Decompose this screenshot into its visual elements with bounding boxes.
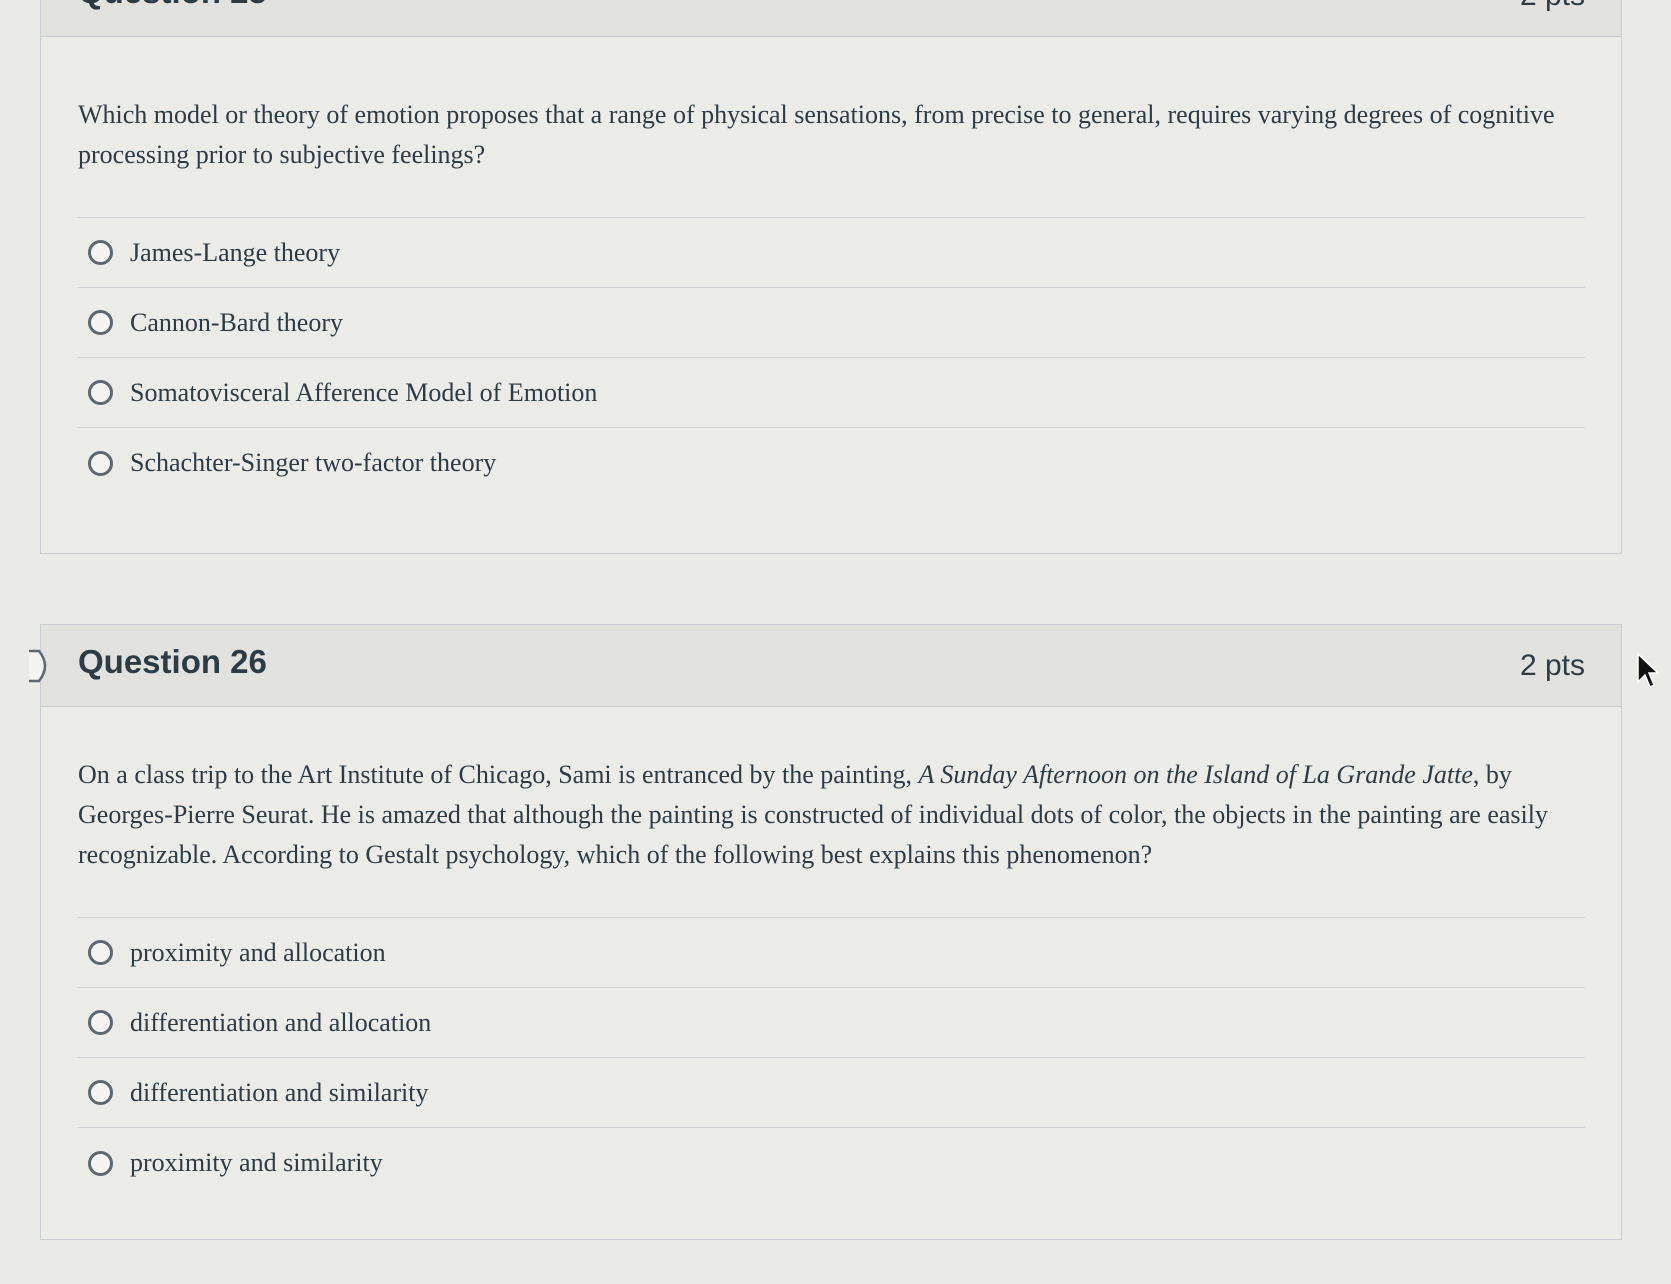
question-25-text: Which model or theory of emotion propose… [78,100,1555,169]
answer-option[interactable]: differentiation and similarity [77,1058,1585,1128]
question-26-card: Question 26 2 pts On a class trip to the… [29,624,1622,1240]
question-26-points: 2 pts [1519,649,1585,682]
answer-option[interactable]: Schachter-Singer two-factor theory [77,428,1585,498]
answer-label: differentiation and similarity [130,1077,429,1107]
radio-unselected-icon[interactable] [88,450,113,476]
answer-label: differentiation and allocation [130,1007,432,1037]
question-25-header: Question 25 2 pts [41,0,1621,37]
question-25-title: Question 25 [78,0,267,11]
answer-option[interactable]: Cannon-Bard theory [77,288,1585,358]
radio-unselected-icon[interactable] [88,240,113,265]
answer-label: Schachter-Singer two-factor theory [130,448,497,477]
painting-title: A Sunday Afternoon on the Island of La G… [918,760,1473,789]
radio-unselected-icon[interactable] [88,310,113,335]
radio-unselected-icon[interactable] [88,1080,113,1105]
answer-option[interactable]: proximity and similarity [77,1128,1585,1198]
radio-unselected-icon[interactable] [88,1010,113,1035]
question-25-card: Question 25 2 pts Which model or theory … [40,0,1622,554]
answer-label: James-Lange theory [130,237,341,267]
answer-label: Somatovisceral Afference Model of Emotio… [130,377,598,407]
answer-option[interactable]: Somatovisceral Afference Model of Emotio… [77,358,1585,428]
answer-label: Cannon-Bard theory [130,307,344,337]
question-26-answers: proximity and allocation differentiation… [77,917,1585,1198]
mouse-pointer-icon [1637,652,1660,689]
question-26-title: Question 26 [78,643,267,680]
question-26-text-start: On a class trip to the Art Institute of … [78,760,919,789]
flag-question-icon[interactable] [27,649,55,683]
answer-label: proximity and allocation [130,937,386,967]
radio-unselected-icon[interactable] [88,1150,113,1176]
answer-option[interactable]: James-Lange theory [77,218,1585,288]
answer-label: proximity and similarity [130,1148,383,1177]
radio-unselected-icon[interactable] [88,380,113,405]
answer-option[interactable]: proximity and allocation [77,918,1585,988]
answer-option[interactable]: differentiation and allocation [77,988,1585,1058]
question-26-text: On a class trip to the Art Institute of … [78,755,1561,875]
question-25-answers: James-Lange theory Cannon-Bard theory So… [77,217,1585,498]
question-26-header: Question 26 2 pts [29,625,1621,707]
question-25-points: 2 pts [1520,0,1585,13]
radio-unselected-icon[interactable] [88,940,113,965]
